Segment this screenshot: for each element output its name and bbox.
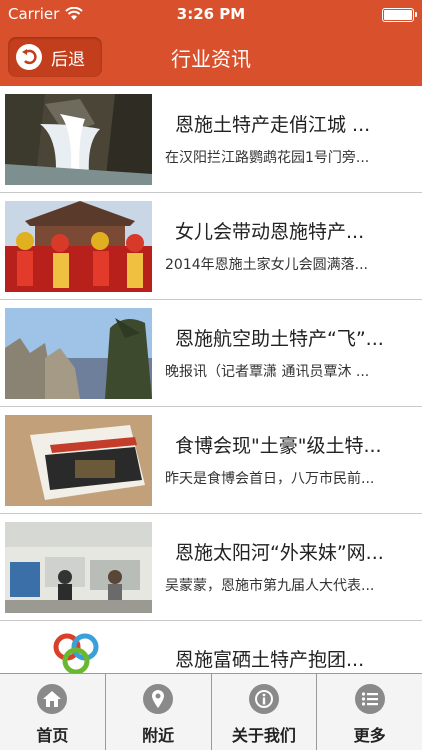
bottom-tab-bar: 首页 附近 关于我们 更多 — [0, 673, 422, 750]
news-title: 恩施航空助土特产“飞”... — [175, 328, 384, 350]
news-title: 食博会现"土豪"级土特... — [175, 435, 382, 457]
news-item[interactable]: 恩施太阳河“外来妹”网... 吴蒙蒙，恩施市第九届人大代表... — [0, 514, 422, 621]
news-thumbnail-office — [5, 522, 152, 613]
tab-label: 更多 — [353, 726, 386, 745]
news-title: 女儿会带动恩施特产... — [175, 221, 365, 243]
clock: 3:26 PM — [176, 5, 246, 23]
location-pin-icon — [143, 684, 174, 714]
news-thumbnail-logo — [5, 629, 152, 673]
info-icon — [248, 684, 279, 714]
news-item[interactable]: 恩施土特产走俏江城 ... 在汉阳拦江路鹦鹉花园1号门旁... — [0, 86, 422, 193]
battery-icon — [382, 8, 417, 22]
news-thumbnail-festival — [5, 201, 152, 292]
news-summary: 吴蒙蒙，恩施市第九届人大代表... — [165, 578, 375, 594]
news-item[interactable]: 恩施航空助土特产“飞”... 晚报讯（记者覃潇 通讯员覃沐 ... — [0, 300, 422, 407]
tab-home[interactable]: 首页 — [0, 674, 106, 750]
tab-label: 附近 — [142, 726, 175, 745]
news-summary: 在汉阳拦江路鹦鹉花园1号门旁... — [165, 150, 370, 166]
tab-label: 首页 — [36, 726, 69, 745]
tab-more[interactable]: 更多 — [317, 674, 422, 750]
news-thumbnail-mountains — [5, 308, 152, 399]
tab-nearby[interactable]: 附近 — [106, 674, 212, 750]
status-bar: Carrier 3:26 PM — [0, 0, 422, 28]
page-title: 行业资讯 — [171, 47, 251, 71]
news-title: 恩施太阳河“外来妹”网... — [175, 542, 384, 564]
tab-label: 关于我们 — [231, 726, 296, 745]
tab-about-us[interactable]: 关于我们 — [212, 674, 318, 750]
list-icon — [354, 684, 385, 714]
news-summary: 2014年恩施土家女儿会圆满落... — [165, 257, 368, 273]
news-title: 恩施土特产走俏江城 ... — [175, 114, 371, 136]
news-item[interactable]: 食博会现"土豪"级土特... 昨天是食博会首日，八万市民前... — [0, 407, 422, 514]
news-item[interactable]: 女儿会带动恩施特产... 2014年恩施土家女儿会圆满落... — [0, 193, 422, 300]
news-thumbnail-gift-box — [5, 415, 152, 506]
news-summary: 昨天是食博会首日，八万市民前... — [165, 471, 375, 487]
home-icon — [37, 684, 68, 714]
news-thumbnail-waterfall — [5, 94, 152, 185]
news-summary: 晚报讯（记者覃潇 通讯员覃沐 ... — [165, 364, 370, 380]
news-item[interactable]: 恩施富硒土特产抱团... — [0, 621, 422, 673]
navigation-bar: 后退 行业资讯 — [0, 28, 422, 86]
news-title: 恩施富硒土特产抱团... — [175, 649, 365, 671]
news-list: 恩施土特产走俏江城 ... 在汉阳拦江路鹦鹉花园1号门旁... 女儿会带动恩施特… — [0, 86, 422, 673]
